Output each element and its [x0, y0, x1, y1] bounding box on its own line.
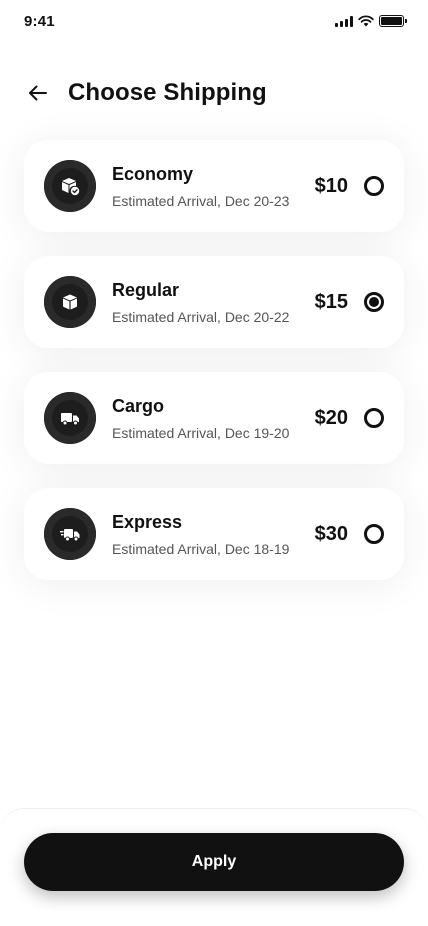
- box-check-icon: [44, 160, 96, 212]
- radio-button[interactable]: [364, 524, 384, 544]
- option-name: Regular: [112, 279, 180, 300]
- battery-icon: [379, 15, 407, 27]
- radio-button-selected[interactable]: [364, 292, 384, 312]
- option-text: Express Estimated Arrival, Dec 18-19: [112, 512, 307, 557]
- option-name: Cargo: [112, 395, 165, 416]
- apply-button[interactable]: Apply: [24, 833, 404, 891]
- arrow-left-icon: [29, 85, 47, 101]
- bottom-bar: Apply: [0, 808, 428, 926]
- shipping-option-cargo[interactable]: Cargo Estimated Arrival, Dec 19-20 $20: [24, 372, 404, 464]
- status-icons: [335, 15, 407, 27]
- option-text: Regular Estimated Arrival, Dec 20-22: [112, 280, 307, 325]
- option-eta: Estimated Arrival, Dec 18-19: [112, 540, 290, 557]
- status-time: 9:41: [24, 12, 55, 30]
- option-eta: Estimated Arrival, Dec 19-20: [112, 424, 290, 441]
- option-text: Cargo Estimated Arrival, Dec 19-20: [112, 396, 307, 441]
- option-eta: Estimated Arrival, Dec 20-22: [112, 308, 290, 325]
- option-price: $15: [314, 290, 348, 313]
- shipping-option-express[interactable]: Express Estimated Arrival, Dec 18-19 $30: [24, 488, 404, 580]
- option-name: Economy: [112, 163, 194, 184]
- status-bar: 9:41: [0, 0, 428, 44]
- wifi-icon: [358, 15, 374, 27]
- option-eta: Estimated Arrival, Dec 20-23: [112, 192, 290, 209]
- choose-shipping-screen: 9:41 Choose Shipping Economy Estimated A…: [0, 0, 428, 926]
- radio-button[interactable]: [364, 176, 384, 196]
- option-price: $10: [314, 174, 348, 197]
- radio-button[interactable]: [364, 408, 384, 428]
- page-title: Choose Shipping: [68, 79, 267, 106]
- option-price: $30: [314, 522, 348, 545]
- back-button[interactable]: [24, 79, 52, 107]
- shipping-options-list: Economy Estimated Arrival, Dec 20-23 $10…: [24, 140, 404, 604]
- truck-icon: [44, 392, 96, 444]
- cellular-signal-icon: [335, 15, 353, 27]
- shipping-option-regular[interactable]: Regular Estimated Arrival, Dec 20-22 $15: [24, 256, 404, 348]
- option-name: Express: [112, 511, 183, 532]
- fast-truck-icon: [44, 508, 96, 560]
- header: Choose Shipping: [24, 72, 404, 114]
- option-text: Economy Estimated Arrival, Dec 20-23: [112, 164, 307, 209]
- shipping-option-economy[interactable]: Economy Estimated Arrival, Dec 20-23 $10: [24, 140, 404, 232]
- box-icon: [44, 276, 96, 328]
- option-price: $20: [314, 406, 348, 429]
